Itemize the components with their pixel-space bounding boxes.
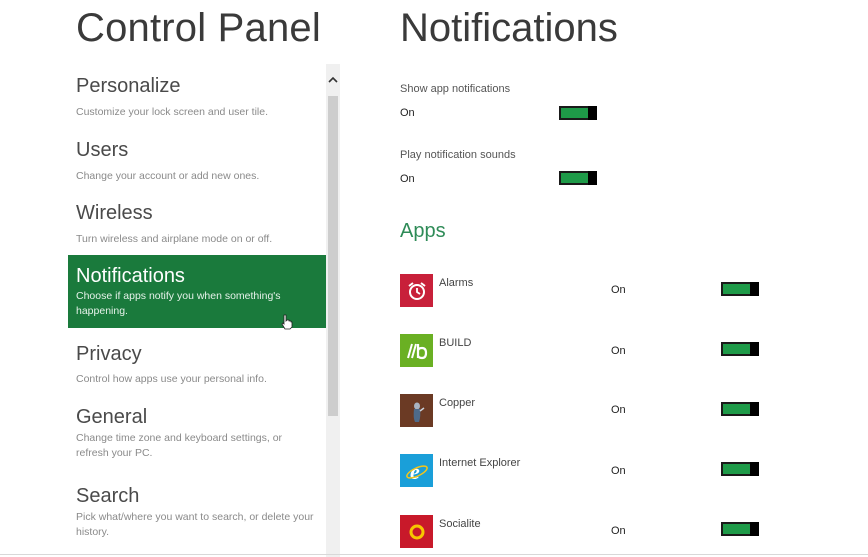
toggle-knob: [588, 106, 597, 120]
nav-item-desc: Choose if apps notify you when something…: [76, 290, 281, 317]
nav-item-privacy[interactable]: Privacy Control how apps use your person…: [68, 342, 326, 390]
nav-item-title: General: [76, 406, 148, 428]
app-state: On: [611, 404, 626, 416]
internet-explorer-toggle[interactable]: [721, 462, 759, 476]
nav-item-general[interactable]: General Change time zone and keyboard se…: [68, 404, 326, 466]
chevron-up-icon: [328, 76, 338, 83]
svg-text:e: e: [410, 459, 420, 484]
toggle-fill: [723, 524, 750, 534]
app-state: On: [611, 284, 626, 296]
toggle-knob: [750, 402, 759, 416]
scroll-thumb[interactable]: [328, 96, 338, 416]
play-notification-sounds-toggle[interactable]: [559, 171, 597, 185]
apps-heading: Apps: [400, 220, 446, 242]
alarms-toggle[interactable]: [721, 282, 759, 296]
nav-item-title: Users: [76, 139, 129, 161]
app-name: Copper: [439, 397, 476, 409]
toggle-fill: [723, 284, 750, 294]
show-app-notifications-toggle[interactable]: [559, 106, 597, 120]
app-name: Alarms: [439, 277, 474, 289]
bottom-divider: [0, 554, 868, 555]
app-name: Internet Explorer: [439, 457, 521, 469]
toggle-knob: [750, 462, 759, 476]
nav-item-title: Wireless: [76, 202, 153, 224]
build-toggle[interactable]: [721, 342, 759, 356]
nav-item-title: Privacy: [76, 343, 142, 365]
control-panel-title: Control Panel: [76, 6, 321, 50]
toggle-fill: [561, 108, 588, 118]
nav-item-desc: Turn wireless and airplane mode on or of…: [76, 233, 273, 245]
toggle-knob: [750, 342, 759, 356]
settings-nav: Personalize Customize your lock screen a…: [68, 64, 326, 557]
nav-item-title: Notifications: [76, 265, 185, 287]
app-state: On: [611, 345, 626, 357]
page-title: Notifications: [400, 6, 618, 50]
alarm-clock-icon: [400, 274, 433, 307]
nav-item-title: Personalize: [76, 75, 181, 97]
nav-scrollbar[interactable]: [326, 64, 340, 557]
nav-item-personalize[interactable]: Personalize Customize your lock screen a…: [68, 72, 326, 120]
app-state: On: [611, 465, 626, 477]
nav-item-users[interactable]: Users Change your account or add new one…: [68, 136, 326, 184]
nav-item-search[interactable]: Search Pick what/where you want to searc…: [68, 483, 326, 545]
toggle-knob: [588, 171, 597, 185]
scroll-up-button[interactable]: [326, 64, 340, 94]
show-app-notifications-state: On: [400, 107, 415, 119]
copper-icon: [400, 394, 433, 427]
toggle-fill: [561, 173, 588, 183]
toggle-knob: [750, 522, 759, 536]
nav-item-desc: Pick what/where you want to search, or d…: [76, 511, 314, 538]
build-icon: [400, 334, 433, 367]
nav-item-wireless[interactable]: Wireless Turn wireless and airplane mode…: [68, 199, 326, 247]
toggle-knob: [750, 282, 759, 296]
nav-item-desc: Control how apps use your personal info.: [76, 373, 267, 385]
nav-item-title: Search: [76, 485, 140, 507]
app-state: On: [611, 525, 626, 537]
copper-toggle[interactable]: [721, 402, 759, 416]
play-notification-sounds-label: Play notification sounds: [400, 149, 516, 161]
toggle-fill: [723, 464, 750, 474]
show-app-notifications-label: Show app notifications: [400, 83, 511, 95]
socialite-icon: [400, 515, 433, 548]
socialite-toggle[interactable]: [721, 522, 759, 536]
internet-explorer-icon: e: [400, 454, 433, 487]
nav-item-desc: Change your account or add new ones.: [76, 170, 260, 182]
app-name: Socialite: [439, 518, 481, 530]
nav-item-desc: Change time zone and keyboard settings, …: [76, 432, 283, 459]
toggle-fill: [723, 344, 750, 354]
play-notification-sounds-state: On: [400, 173, 415, 185]
toggle-fill: [723, 404, 750, 414]
hand-cursor-icon: [281, 314, 293, 330]
app-name: BUILD: [439, 337, 472, 349]
nav-item-desc: Customize your lock screen and user tile…: [76, 106, 268, 118]
